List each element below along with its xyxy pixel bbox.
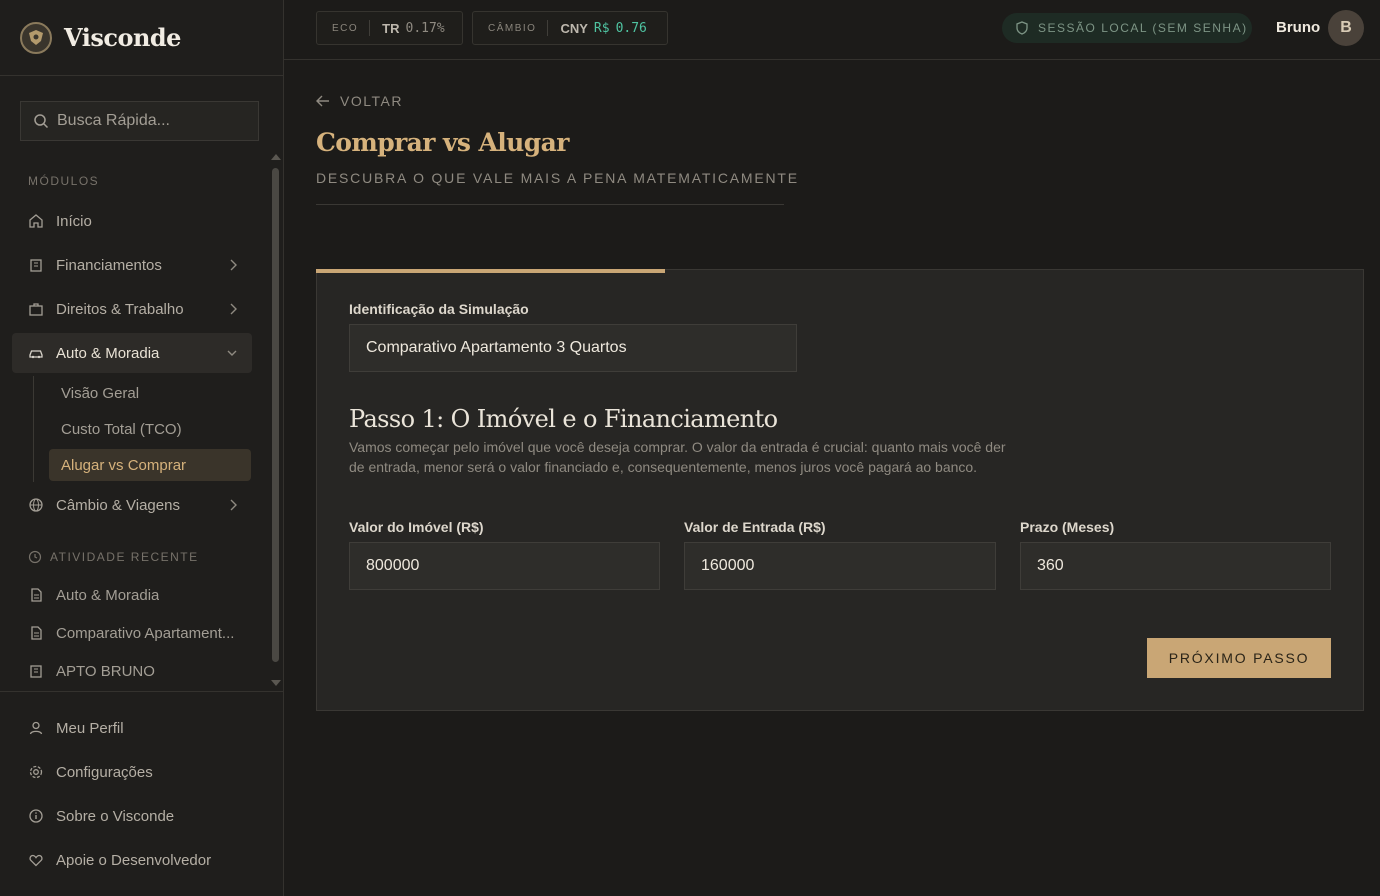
document-icon <box>31 588 42 602</box>
eco-ticker[interactable]: ECO TR 0.17% <box>316 11 463 45</box>
ticker-divider <box>547 20 549 36</box>
search-input[interactable] <box>57 112 247 130</box>
sidebar: Visconde MÓDULOS Início Financiamentos D… <box>0 0 284 896</box>
sidebar-item-label: Configurações <box>56 763 153 781</box>
sidebar-item-label: Sobre o Visconde <box>56 807 175 825</box>
sidebar-item-apoie[interactable]: Apoie o Desenvolvedor <box>12 840 252 880</box>
ticker-label: ECO <box>332 22 359 34</box>
app-root: Visconde MÓDULOS Início Financiamentos D… <box>0 0 1380 896</box>
session-badge: SESSÃO LOCAL (SEM SENHA) <box>1002 13 1252 43</box>
recent-item-label: Comparativo Apartament... <box>56 624 235 642</box>
brand-name: Visconde <box>64 23 181 52</box>
search-icon <box>34 114 49 129</box>
briefcase-icon <box>28 301 44 317</box>
page-subtitle: DESCUBRA O QUE VALE MAIS A PENA MATEMATI… <box>316 170 799 186</box>
simulation-name-input[interactable] <box>349 324 797 372</box>
top-header: ECO TR 0.17% CÂMBIO CNY R$ 0.76 SESSÃO L… <box>284 0 1380 60</box>
building-icon <box>30 665 42 678</box>
recent-item[interactable]: APTO BRUNO <box>12 655 252 687</box>
chevron-right-icon <box>230 303 237 315</box>
sidebar-item-label: Apoie o Desenvolvedor <box>56 851 212 869</box>
modules-label: MÓDULOS <box>28 174 100 188</box>
back-link[interactable]: VOLTAR <box>316 93 403 109</box>
chevron-right-icon <box>230 499 237 511</box>
ticker-currency-prefix: R$ <box>593 20 610 36</box>
sidebar-item-label: Meu Perfil <box>56 719 124 737</box>
cambio-ticker[interactable]: CÂMBIO CNY R$ 0.76 <box>472 11 668 45</box>
scroll-down-icon[interactable] <box>271 680 281 686</box>
document-icon <box>31 626 42 640</box>
building-icon <box>28 257 44 273</box>
down-payment-label: Valor de Entrada (R$) <box>684 519 826 535</box>
sidebar-item-meu-perfil[interactable]: Meu Perfil <box>12 708 252 748</box>
sidebar-item-configuracoes[interactable]: Configurações <box>12 752 252 792</box>
chevron-right-icon <box>230 259 237 271</box>
clock-icon <box>28 550 42 564</box>
sidebar-item-label: Financiamentos <box>56 256 162 274</box>
arrow-left-icon <box>316 95 329 107</box>
sidebar-item-auto-moradia[interactable]: Auto & Moradia <box>12 333 252 373</box>
home-icon <box>28 213 44 229</box>
session-label: SESSÃO LOCAL (SEM SENHA) <box>1038 21 1248 35</box>
avatar[interactable]: B <box>1328 10 1364 46</box>
scroll-thumb[interactable] <box>272 168 279 662</box>
next-step-button[interactable]: PRÓXIMO PASSO <box>1147 638 1331 678</box>
sidebar-item-cambio[interactable]: Câmbio & Viagens <box>12 485 252 525</box>
ticker-label: CÂMBIO <box>488 22 537 34</box>
ticker-value: 0.76 <box>615 20 647 36</box>
property-value-input[interactable] <box>349 542 660 590</box>
down-payment-input[interactable] <box>684 542 996 590</box>
user-name[interactable]: Bruno <box>1276 19 1320 36</box>
heart-icon <box>29 854 43 867</box>
recent-item-label: Auto & Moradia <box>56 586 160 604</box>
sidebar-subitem-visao-geral[interactable]: Visão Geral <box>49 377 251 409</box>
simulation-name-label: Identificação da Simulação <box>349 301 529 317</box>
recent-item-label: APTO BRUNO <box>56 662 155 680</box>
brand[interactable]: Visconde <box>0 0 283 76</box>
sidebar-scrollbar[interactable] <box>270 152 282 690</box>
sidebar-subitem-alugar-comprar[interactable]: Alugar vs Comprar <box>49 449 251 481</box>
wizard-progress-bar <box>316 269 665 273</box>
sidebar-item-label: Direitos & Trabalho <box>56 300 184 318</box>
sidebar-item-label: Câmbio & Viagens <box>56 496 180 514</box>
recent-activity-label: ATIVIDADE RECENTE <box>50 550 199 564</box>
sidebar-item-financiamentos[interactable]: Financiamentos <box>12 245 252 285</box>
sidebar-item-inicio[interactable]: Início <box>12 201 252 241</box>
recent-item[interactable]: Auto & Moradia <box>12 579 252 611</box>
ticker-symbol: CNY <box>560 20 588 36</box>
sidebar-item-label: Auto & Moradia <box>56 344 160 362</box>
sidebar-subitem-tco[interactable]: Custo Total (TCO) <box>49 413 251 445</box>
title-divider <box>316 204 784 205</box>
step-title: Passo 1: O Imóvel e o Financiamento <box>349 405 778 433</box>
search-box[interactable] <box>20 101 259 141</box>
sidebar-item-sobre[interactable]: Sobre o Visconde <box>12 796 252 836</box>
globe-icon <box>28 497 44 513</box>
info-icon <box>29 809 43 823</box>
term-months-input[interactable] <box>1020 542 1331 590</box>
submenu-divider <box>33 376 34 482</box>
shield-icon <box>1016 21 1028 35</box>
ticker-divider <box>369 20 371 36</box>
recent-item[interactable]: Comparativo Apartament... <box>12 617 252 649</box>
sidebar-bottom-nav: Meu Perfil Configurações Sobre o Viscond… <box>0 691 283 896</box>
page-title: Comprar vs Alugar <box>316 128 569 157</box>
back-label: VOLTAR <box>340 93 403 109</box>
ticker-symbol: TR <box>382 20 400 36</box>
chevron-down-icon <box>227 350 237 356</box>
sidebar-item-label: Início <box>56 212 92 230</box>
car-icon <box>28 345 44 361</box>
gear-icon <box>29 765 43 779</box>
recent-activity-header: ATIVIDADE RECENTE <box>28 550 199 564</box>
brand-logo-icon <box>20 21 52 54</box>
sidebar-item-direitos[interactable]: Direitos & Trabalho <box>12 289 252 329</box>
ticker-value: 0.17% <box>405 20 445 36</box>
scroll-up-icon[interactable] <box>271 154 281 160</box>
step-description: Vamos começar pelo imóvel que você desej… <box>349 439 1006 475</box>
user-icon <box>29 721 43 735</box>
term-months-label: Prazo (Meses) <box>1020 519 1115 535</box>
property-value-label: Valor do Imóvel (R$) <box>349 519 484 535</box>
